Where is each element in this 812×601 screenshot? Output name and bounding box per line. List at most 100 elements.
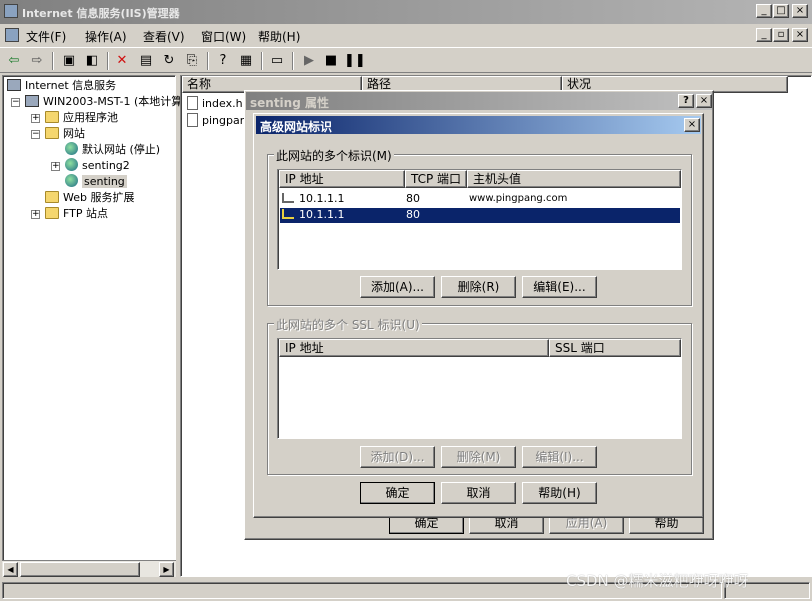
collapse-icon[interactable]: − [11, 98, 20, 107]
adv-ok-button[interactable]: 确定 [360, 482, 435, 504]
toolbar: ⇦ ⇨ ▣ ◧ ✕ ▤ ↻ ⎘ ? ▦ ▭ ▶ ■ ❚❚ [0, 47, 812, 73]
mdi-minimize-button[interactable]: _ [756, 28, 772, 42]
expand-icon[interactable]: + [51, 162, 60, 171]
tree-senting[interactable]: senting [65, 174, 127, 189]
identity-row[interactable]: 10.1.1.1 80 www.pingpang.com [280, 192, 680, 207]
export-icon[interactable]: ⎘ [183, 52, 201, 70]
connection-icon [282, 193, 294, 203]
watermark: CSDN @糯米滋粑咿呀咿呀 [566, 572, 749, 590]
show-hide-tree-icon[interactable]: ◧ [83, 52, 101, 70]
file-icon [187, 113, 198, 127]
pause-icon[interactable]: ❚❚ [344, 52, 366, 70]
adv-help-button[interactable]: 帮助(H) [522, 482, 597, 504]
scroll-thumb[interactable] [20, 562, 140, 577]
forward-icon[interactable]: ⇨ [28, 52, 46, 70]
window-title: Internet 信息服务(IIS)管理器 [22, 7, 180, 20]
edit-identity-button[interactable]: 编辑(E)... [522, 276, 597, 298]
help-icon[interactable]: ? [214, 52, 232, 70]
expand-icon[interactable]: + [31, 114, 40, 123]
tree-web-ext-label: Web 服务扩展 [63, 191, 135, 204]
tree-websites[interactable]: 网站 [45, 126, 85, 141]
column-header-tcp-port[interactable]: TCP 端口 [405, 170, 467, 188]
view-icon[interactable]: ▦ [237, 52, 255, 70]
file-icon [187, 96, 198, 110]
close-button[interactable]: × [792, 4, 808, 18]
ssl-add-button[interactable]: 添加(D)... [360, 446, 435, 468]
ssl-identities-list[interactable]: IP 地址 SSL 端口 [277, 338, 682, 439]
back-icon[interactable]: ⇦ [5, 52, 23, 70]
up-icon[interactable]: ▣ [60, 52, 78, 70]
tree-server[interactable]: WIN2003-MST-1 (本地计算 [25, 94, 182, 109]
scroll-left-icon[interactable]: ◀ [3, 562, 18, 577]
tree-app-pools[interactable]: 应用程序池 [45, 110, 118, 125]
menu-window[interactable]: 窗口(W) [201, 28, 246, 45]
remove-identity-button[interactable]: 删除(R) [441, 276, 516, 298]
tree-default-site[interactable]: 默认网站 (停止) [65, 142, 160, 157]
tree-root[interactable]: Internet 信息服务 [7, 78, 116, 93]
folder-icon [45, 207, 59, 219]
collapse-icon[interactable]: − [31, 130, 40, 139]
add-identity-button[interactable]: 添加(A)... [360, 276, 435, 298]
refresh-icon[interactable]: ↻ [160, 52, 178, 70]
column-header-ssl-port[interactable]: SSL 端口 [549, 339, 681, 357]
console-tree: Internet 信息服务 − WIN2003-MST-1 (本地计算 + 应用… [2, 75, 182, 577]
port-cell: 80 [406, 192, 420, 205]
identity-row-selected[interactable]: 10.1.1.1 80 [280, 208, 680, 223]
tree-root-label: Internet 信息服务 [25, 79, 117, 92]
play-icon[interactable]: ▶ [300, 52, 318, 70]
file-name: pingpan [202, 114, 247, 127]
delete-icon[interactable]: ✕ [113, 52, 131, 70]
ip-value: 10.1.1.1 [299, 208, 345, 221]
menu-action[interactable]: 操作(A) [85, 28, 127, 45]
identities-list[interactable]: IP 地址 TCP 端口 主机头值 10.1.1.1 80 www.pingpa… [277, 169, 682, 270]
tree-web-ext[interactable]: Web 服务扩展 [45, 190, 134, 205]
stop-icon[interactable]: ■ [322, 52, 340, 70]
properties-icon[interactable]: ▤ [137, 52, 155, 70]
tree-ftp-label: FTP 站点 [63, 207, 108, 220]
advanced-identity-dialog: 高级网站标识 × 此网站的多个标识(M) IP 地址 TCP 端口 主机头值 1… [253, 113, 704, 518]
column-header-ssl-ip[interactable]: IP 地址 [279, 339, 549, 357]
list-item[interactable]: index.h [187, 96, 243, 110]
minimize-button[interactable]: _ [756, 4, 772, 18]
tree-server-label: WIN2003-MST-1 (本地计算 [43, 95, 183, 108]
tree-horizontal-scrollbar[interactable]: ◀ ▶ [2, 560, 176, 577]
ssl-remove-button[interactable]: 删除(M) [441, 446, 516, 468]
list-item[interactable]: pingpan [187, 113, 247, 127]
help-button[interactable]: ? [678, 94, 694, 108]
menu-view[interactable]: 查看(V) [143, 28, 185, 45]
website-icon [65, 158, 78, 171]
ssl-edit-button[interactable]: 编辑(I)... [522, 446, 597, 468]
computer-icon[interactable]: ▭ [268, 52, 286, 70]
server-icon [25, 95, 39, 107]
website-icon [65, 142, 78, 155]
port-cell: 80 [406, 208, 420, 221]
menu-help[interactable]: 帮助(H) [258, 28, 300, 45]
tree-app-pools-label: 应用程序池 [63, 111, 118, 124]
file-name: index.h [202, 97, 243, 110]
tree-senting-label: senting [82, 175, 127, 188]
ssl-group-label: 此网站的多个 SSL 标识(U) [274, 316, 422, 333]
menu-file[interactable]: 文件(F) [26, 28, 66, 45]
properties-dialog-title-bar: senting 属性 ? × [246, 92, 712, 110]
tree-default-site-label: 默认网站 (停止) [82, 143, 161, 156]
toolbar-separator [292, 52, 294, 70]
mdi-restore-button[interactable]: ▫ [773, 28, 789, 42]
iis-app-icon [4, 4, 18, 18]
advanced-dialog-title: 高级网站标识 [260, 120, 333, 134]
column-header-host[interactable]: 主机头值 [467, 170, 681, 188]
identities-group-label: 此网站的多个标识(M) [274, 147, 394, 164]
properties-close-button[interactable]: × [696, 94, 712, 108]
tree-ftp[interactable]: FTP 站点 [45, 206, 108, 221]
iis-icon [7, 79, 21, 91]
scroll-right-icon[interactable]: ▶ [159, 562, 174, 577]
expand-icon[interactable]: + [31, 210, 40, 219]
adv-cancel-button[interactable]: 取消 [441, 482, 516, 504]
maximize-button[interactable]: □ [773, 4, 789, 18]
mmc-doc-icon [5, 28, 19, 42]
folder-icon [45, 111, 59, 123]
mdi-close-button[interactable]: × [792, 28, 808, 42]
column-header-ip[interactable]: IP 地址 [279, 170, 405, 188]
tree-senting2[interactable]: senting2 [65, 158, 130, 173]
ip-value: 10.1.1.1 [299, 192, 345, 205]
advanced-close-button[interactable]: × [684, 118, 700, 132]
